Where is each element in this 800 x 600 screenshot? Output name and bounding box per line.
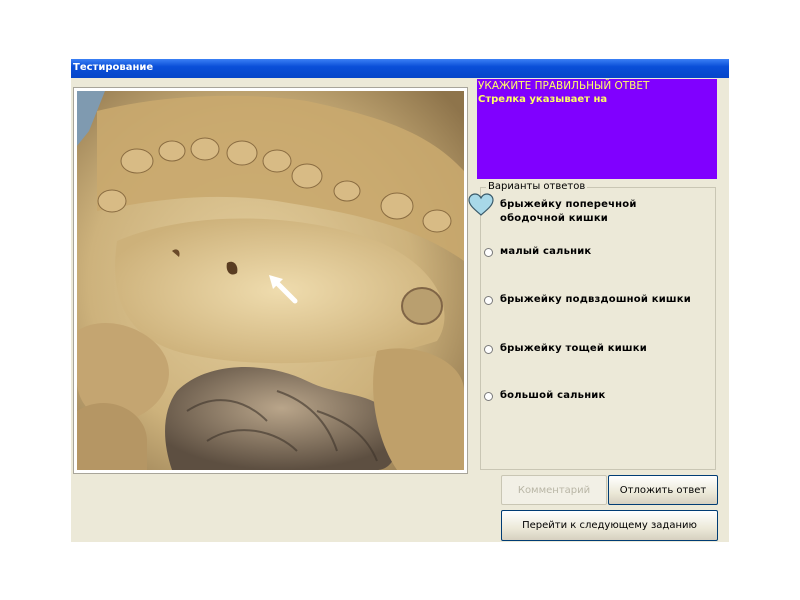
comment-button[interactable]: Комментарий — [501, 475, 607, 505]
answers-legend: Варианты ответов — [486, 181, 588, 192]
specimen-image — [73, 87, 468, 474]
answer-option-4[interactable]: брыжейку тощей кишки — [484, 342, 712, 372]
title-bar[interactable]: Тестирование — [71, 59, 729, 78]
answers-group: Варианты ответов брыжейку поперечной обо… — [480, 181, 716, 470]
specimen-photo — [77, 91, 464, 470]
answer-option-2[interactable]: малый сальник — [484, 245, 712, 275]
test-window: Тестирование УКАЖИТЕ ПРАВИЛЬНЫЙ ОТВЕТ Ст… — [71, 59, 729, 542]
answer-label-3: брыжейку подвздошной кишки — [500, 294, 691, 305]
answer-option-1[interactable]: брыжейку поперечной ободочной кишки — [484, 198, 712, 228]
heart-icon[interactable] — [468, 193, 494, 217]
radio-button[interactable] — [484, 345, 493, 354]
answer-option-5[interactable]: большой сальник — [484, 389, 712, 419]
question-panel: УКАЖИТЕ ПРАВИЛЬНЫЙ ОТВЕТ Стрелка указыва… — [477, 79, 717, 179]
window-title: Тестирование — [73, 62, 154, 73]
answer-label-1: брыжейку поперечной ободочной кишки — [500, 199, 637, 224]
postpone-button[interactable]: Отложить ответ — [608, 475, 718, 505]
answer-label-5: большой сальник — [500, 390, 606, 401]
radio-button[interactable] — [484, 392, 493, 401]
answer-option-3[interactable]: брыжейку подвздошной кишки — [484, 293, 712, 323]
radio-button[interactable] — [484, 296, 493, 305]
next-task-button[interactable]: Перейти к следующему заданию — [501, 510, 718, 541]
answer-label-4: брыжейку тощей кишки — [500, 343, 647, 354]
radio-button[interactable] — [484, 248, 493, 257]
question-header: УКАЖИТЕ ПРАВИЛЬНЫЙ ОТВЕТ — [478, 80, 650, 92]
answer-label-2: малый сальник — [500, 246, 592, 257]
question-text: Стрелка указывает на — [478, 94, 608, 105]
